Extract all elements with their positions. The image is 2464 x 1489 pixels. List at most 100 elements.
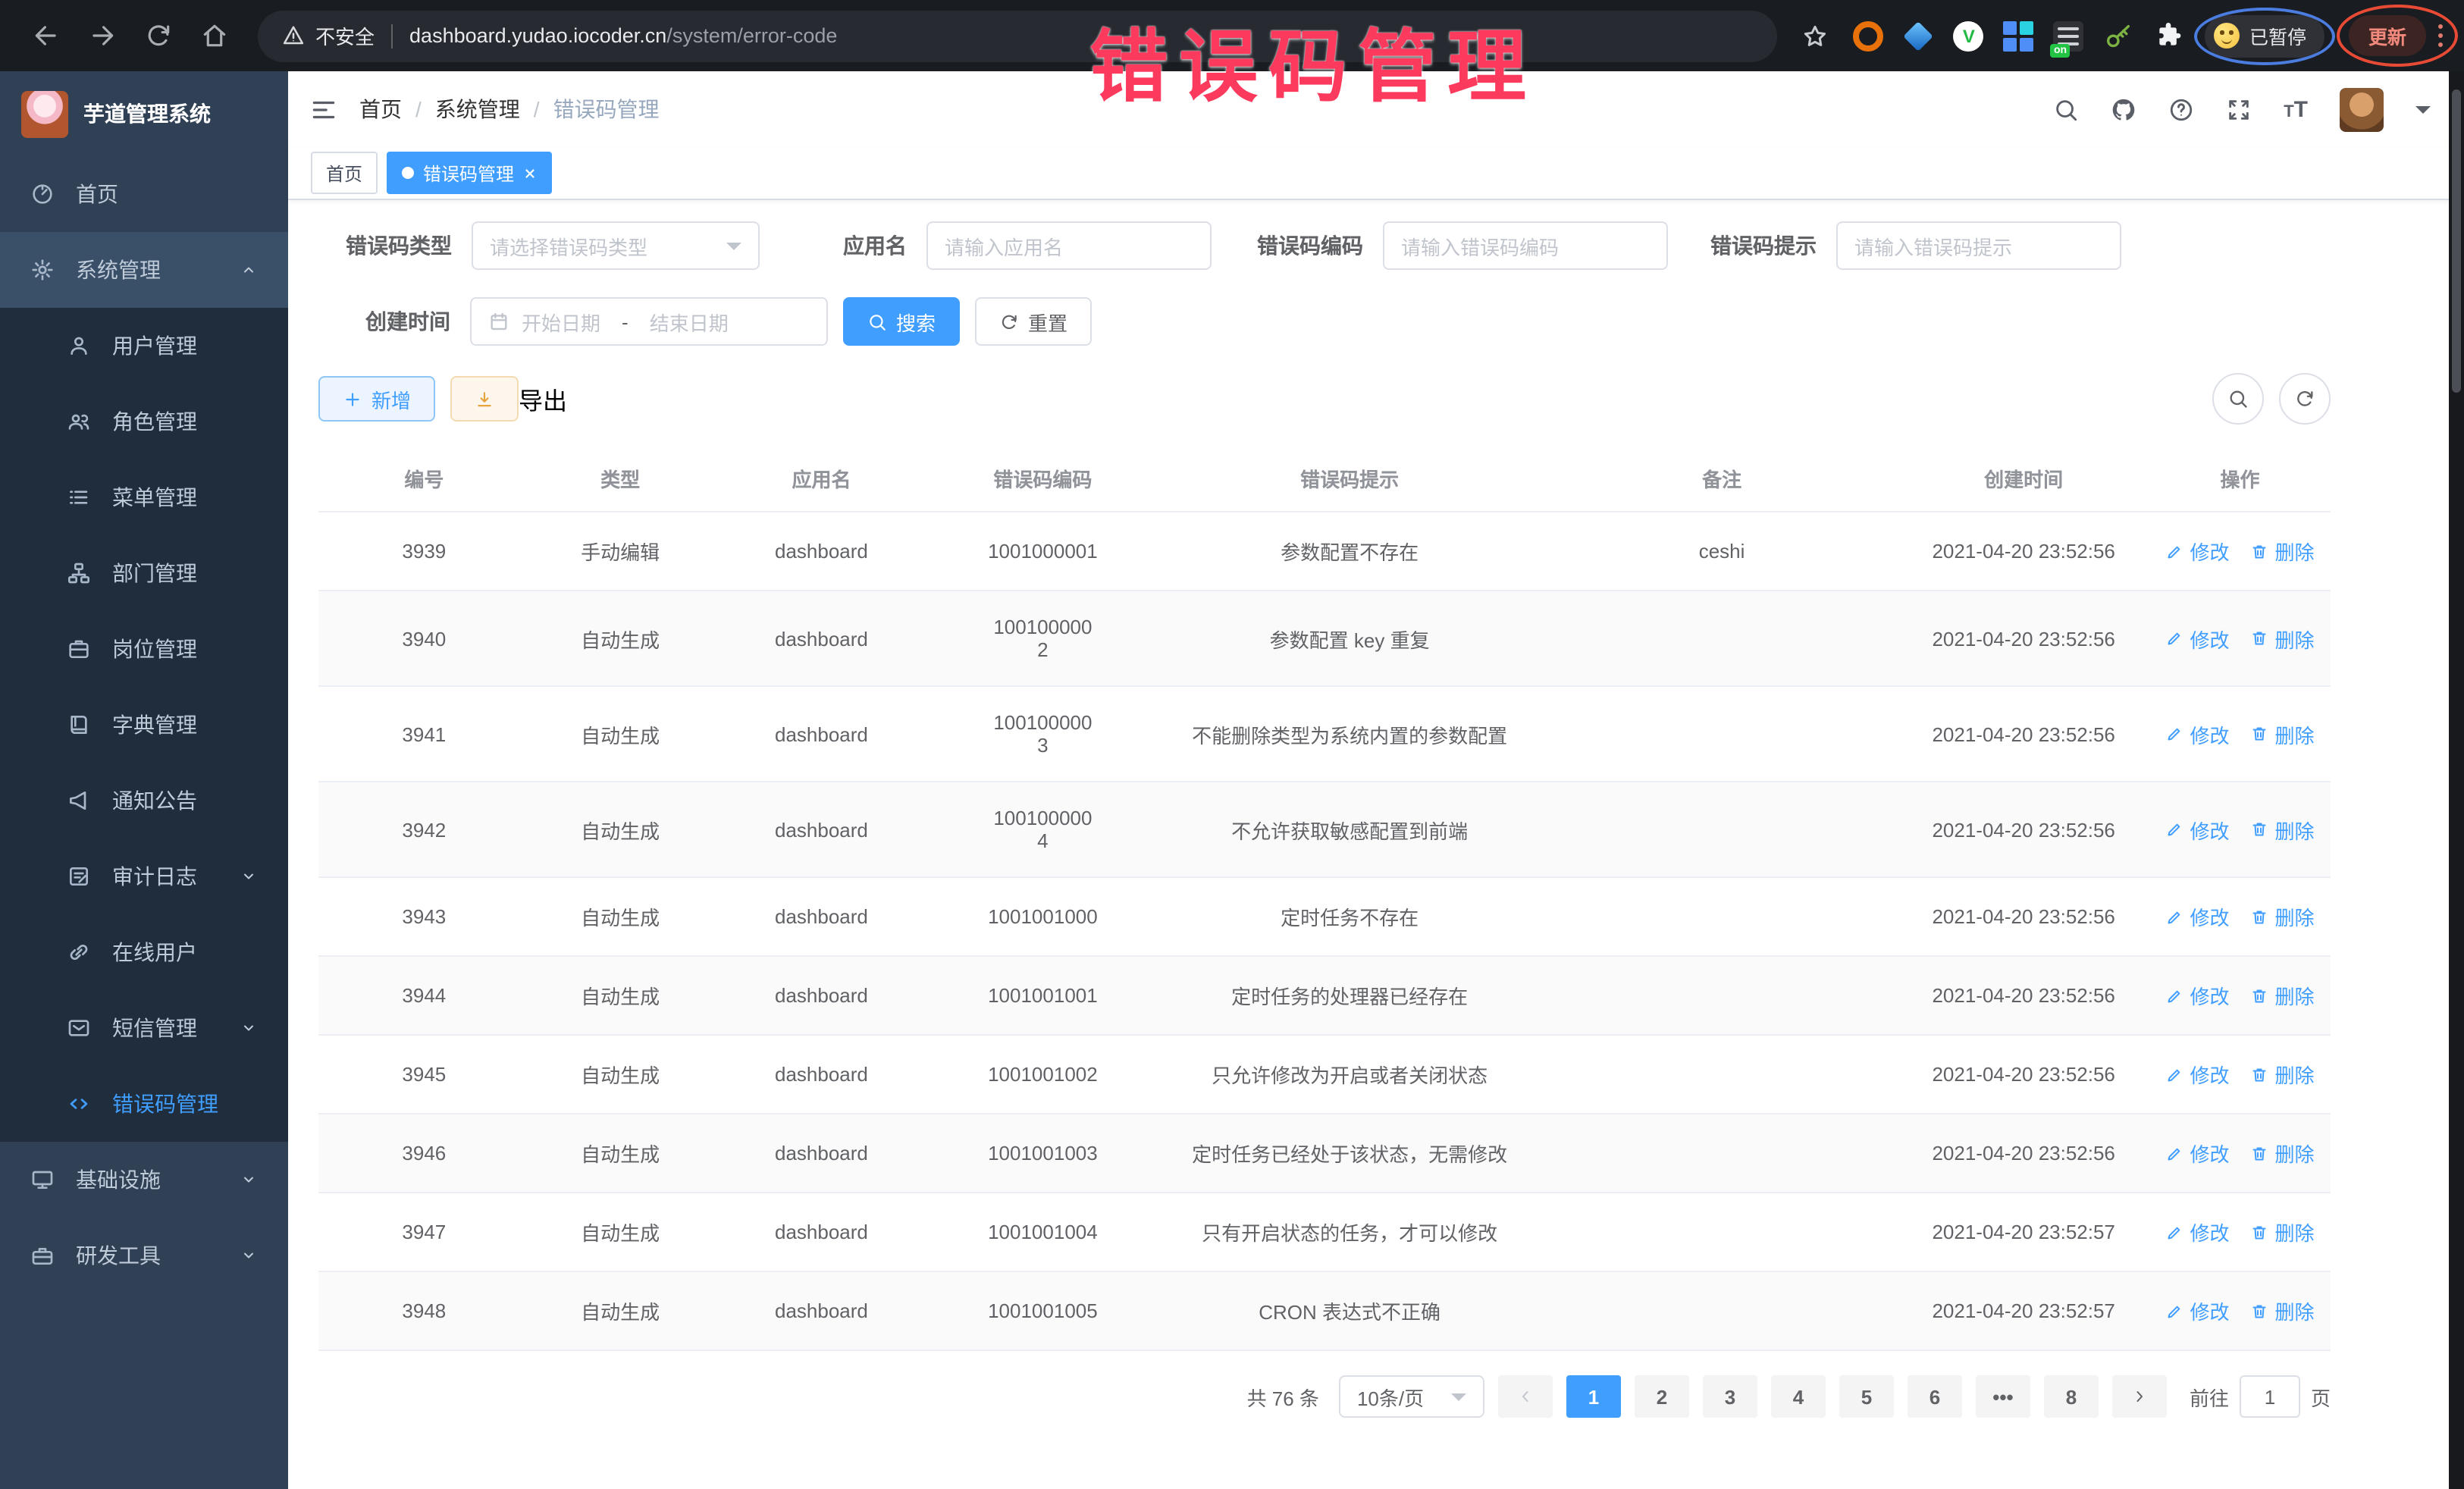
- error-code-table: 编号类型应用名错误码编码错误码提示备注创建时间操作 3939手动编辑dashbo…: [318, 446, 2331, 1351]
- toggle-search-button[interactable]: [2212, 373, 2264, 425]
- edit-link[interactable]: 修改: [2166, 815, 2230, 844]
- address-bar[interactable]: 不安全 dashboard.yudao.iocoder.cn /system/e…: [258, 10, 1778, 61]
- delete-link[interactable]: 删除: [2251, 1060, 2315, 1089]
- delete-link[interactable]: 删除: [2251, 902, 2315, 931]
- github-icon[interactable]: [2111, 96, 2136, 122]
- fullscreen-icon[interactable]: [2226, 96, 2252, 122]
- search-button[interactable]: 搜索: [843, 297, 960, 346]
- cell-operations: 修改删除: [2149, 877, 2331, 956]
- hamburger-icon[interactable]: [309, 95, 338, 124]
- sidebar-item-online-users[interactable]: 在线用户: [0, 914, 288, 990]
- error-code-input[interactable]: 请输入错误码编码: [1383, 221, 1668, 270]
- page-button-5[interactable]: 5: [1839, 1375, 1894, 1418]
- page-button-3[interactable]: 3: [1703, 1375, 1757, 1418]
- sidebar-item-home[interactable]: 首页: [0, 156, 288, 232]
- reset-button[interactable]: 重置: [975, 297, 1092, 346]
- page-size-select[interactable]: 10条/页: [1339, 1375, 1484, 1418]
- user-avatar[interactable]: [2340, 87, 2384, 131]
- delete-link[interactable]: 删除: [2251, 719, 2315, 748]
- tab-error-code-management[interactable]: 错误码管理: [387, 152, 552, 194]
- sidebar-item-dev-tools[interactable]: 研发工具: [0, 1218, 288, 1293]
- edit-link[interactable]: 修改: [2166, 1139, 2230, 1168]
- breadcrumb-system[interactable]: 系统管理: [435, 94, 520, 124]
- table-row: 3941自动生成dashboard100100000 3不能删除类型为系统内置的…: [318, 686, 2331, 782]
- cell-time: 2021-04-20 23:52:56: [1898, 686, 2149, 782]
- sidebar-item-sms-management[interactable]: 短信管理: [0, 990, 288, 1066]
- extensions-puzzle-icon[interactable]: [2154, 20, 2184, 51]
- sidebar-item-user-management[interactable]: 用户管理: [0, 308, 288, 384]
- sidebar-item-notice-announcement[interactable]: 通知公告: [0, 763, 288, 839]
- error-type-select[interactable]: 请选择错误码类型: [472, 221, 760, 270]
- error-hint-input[interactable]: 请输入错误码提示: [1836, 221, 2121, 270]
- font-size-icon[interactable]: TT: [2284, 98, 2308, 121]
- sidebar-item-infrastructure[interactable]: 基础设施: [0, 1142, 288, 1218]
- sidebar-item-label: 基础设施: [76, 1165, 161, 1195]
- extension-cubes-icon[interactable]: [2004, 20, 2034, 51]
- pencil-icon: [2166, 986, 2184, 1005]
- page-button-8[interactable]: 8: [2044, 1375, 2099, 1418]
- sidebar-item-dept-management[interactable]: 部门管理: [0, 535, 288, 611]
- profile-paused-pill[interactable]: 已暂停: [2205, 14, 2324, 57]
- delete-link[interactable]: 删除: [2251, 1139, 2315, 1168]
- delete-link[interactable]: 删除: [2251, 981, 2315, 1010]
- edit-link[interactable]: 修改: [2166, 719, 2230, 748]
- browser-menu-icon[interactable]: [2438, 24, 2443, 47]
- sidebar-item-role-management[interactable]: 角色管理: [0, 384, 288, 459]
- delete-link[interactable]: 删除: [2251, 1218, 2315, 1246]
- scrollbar-thumb[interactable]: [2452, 89, 2461, 393]
- delete-link[interactable]: 删除: [2251, 624, 2315, 653]
- edit-link[interactable]: 修改: [2166, 1296, 2230, 1325]
- browser-forward-icon[interactable]: [88, 21, 117, 50]
- edit-link[interactable]: 修改: [2166, 902, 2230, 931]
- header-search-icon[interactable]: [2053, 96, 2079, 122]
- tab-home[interactable]: 首页: [311, 152, 378, 194]
- sidebar-item-audit-log[interactable]: 审计日志: [0, 839, 288, 914]
- pagination: 共 76 条 10条/页 123456•••8 前往 页: [318, 1375, 2331, 1448]
- page-ellipsis-button[interactable]: •••: [1976, 1375, 2030, 1418]
- page-button-6[interactable]: 6: [1908, 1375, 1962, 1418]
- sidebar-item-system-management[interactable]: 系统管理: [0, 232, 288, 308]
- update-button[interactable]: 更新: [2349, 15, 2426, 56]
- window-scrollbar[interactable]: [2449, 71, 2464, 1489]
- avatar-caret-down-icon[interactable]: [2415, 105, 2431, 121]
- extension-list-icon[interactable]: on: [2054, 20, 2084, 51]
- prev-page-button[interactable]: [1498, 1375, 1553, 1418]
- extension-gem-icon[interactable]: [1904, 20, 1934, 51]
- link-icon: [67, 940, 91, 964]
- breadcrumb-home[interactable]: 首页: [359, 94, 402, 124]
- edit-link[interactable]: 修改: [2166, 624, 2230, 653]
- browser-back-icon[interactable]: [32, 21, 61, 50]
- edit-link[interactable]: 修改: [2166, 981, 2230, 1010]
- sidebar-item-error-code-management[interactable]: 错误码管理: [0, 1066, 288, 1142]
- next-page-button[interactable]: [2112, 1375, 2167, 1418]
- edit-link[interactable]: 修改: [2166, 1218, 2230, 1246]
- delete-link[interactable]: 删除: [2251, 537, 2315, 566]
- logo[interactable]: 芋道管理系统: [0, 71, 288, 156]
- tab-close-icon[interactable]: [523, 166, 537, 180]
- browser-home-icon[interactable]: [200, 21, 229, 50]
- extension-key-icon[interactable]: [2104, 20, 2134, 51]
- export-button[interactable]: [450, 376, 519, 422]
- extension-orange-icon[interactable]: [1854, 20, 1884, 51]
- extension-vue-devtools-icon[interactable]: V: [1954, 20, 1984, 51]
- add-button[interactable]: 新增: [318, 376, 435, 422]
- bookmark-star-icon[interactable]: [1802, 22, 1829, 49]
- refresh-table-button[interactable]: [2279, 373, 2331, 425]
- edit-link[interactable]: 修改: [2166, 1060, 2230, 1089]
- page-button-2[interactable]: 2: [1635, 1375, 1689, 1418]
- sidebar-item-post-management[interactable]: 岗位管理: [0, 611, 288, 687]
- goto-page-input[interactable]: [2240, 1375, 2300, 1418]
- app-name-input[interactable]: 请输入应用名: [926, 221, 1212, 270]
- sidebar-item-label: 部门管理: [112, 558, 197, 588]
- create-time-range-picker[interactable]: 开始日期 - 结束日期: [470, 297, 828, 346]
- sidebar-item-label: 岗位管理: [112, 634, 197, 664]
- help-icon[interactable]: [2168, 96, 2194, 122]
- page-button-1[interactable]: 1: [1566, 1375, 1621, 1418]
- delete-link[interactable]: 删除: [2251, 1296, 2315, 1325]
- delete-link[interactable]: 删除: [2251, 815, 2315, 844]
- browser-reload-icon[interactable]: [144, 21, 173, 50]
- page-button-4[interactable]: 4: [1771, 1375, 1826, 1418]
- sidebar-item-dict-management[interactable]: 字典管理: [0, 687, 288, 763]
- edit-link[interactable]: 修改: [2166, 537, 2230, 566]
- sidebar-item-menu-management[interactable]: 菜单管理: [0, 459, 288, 535]
